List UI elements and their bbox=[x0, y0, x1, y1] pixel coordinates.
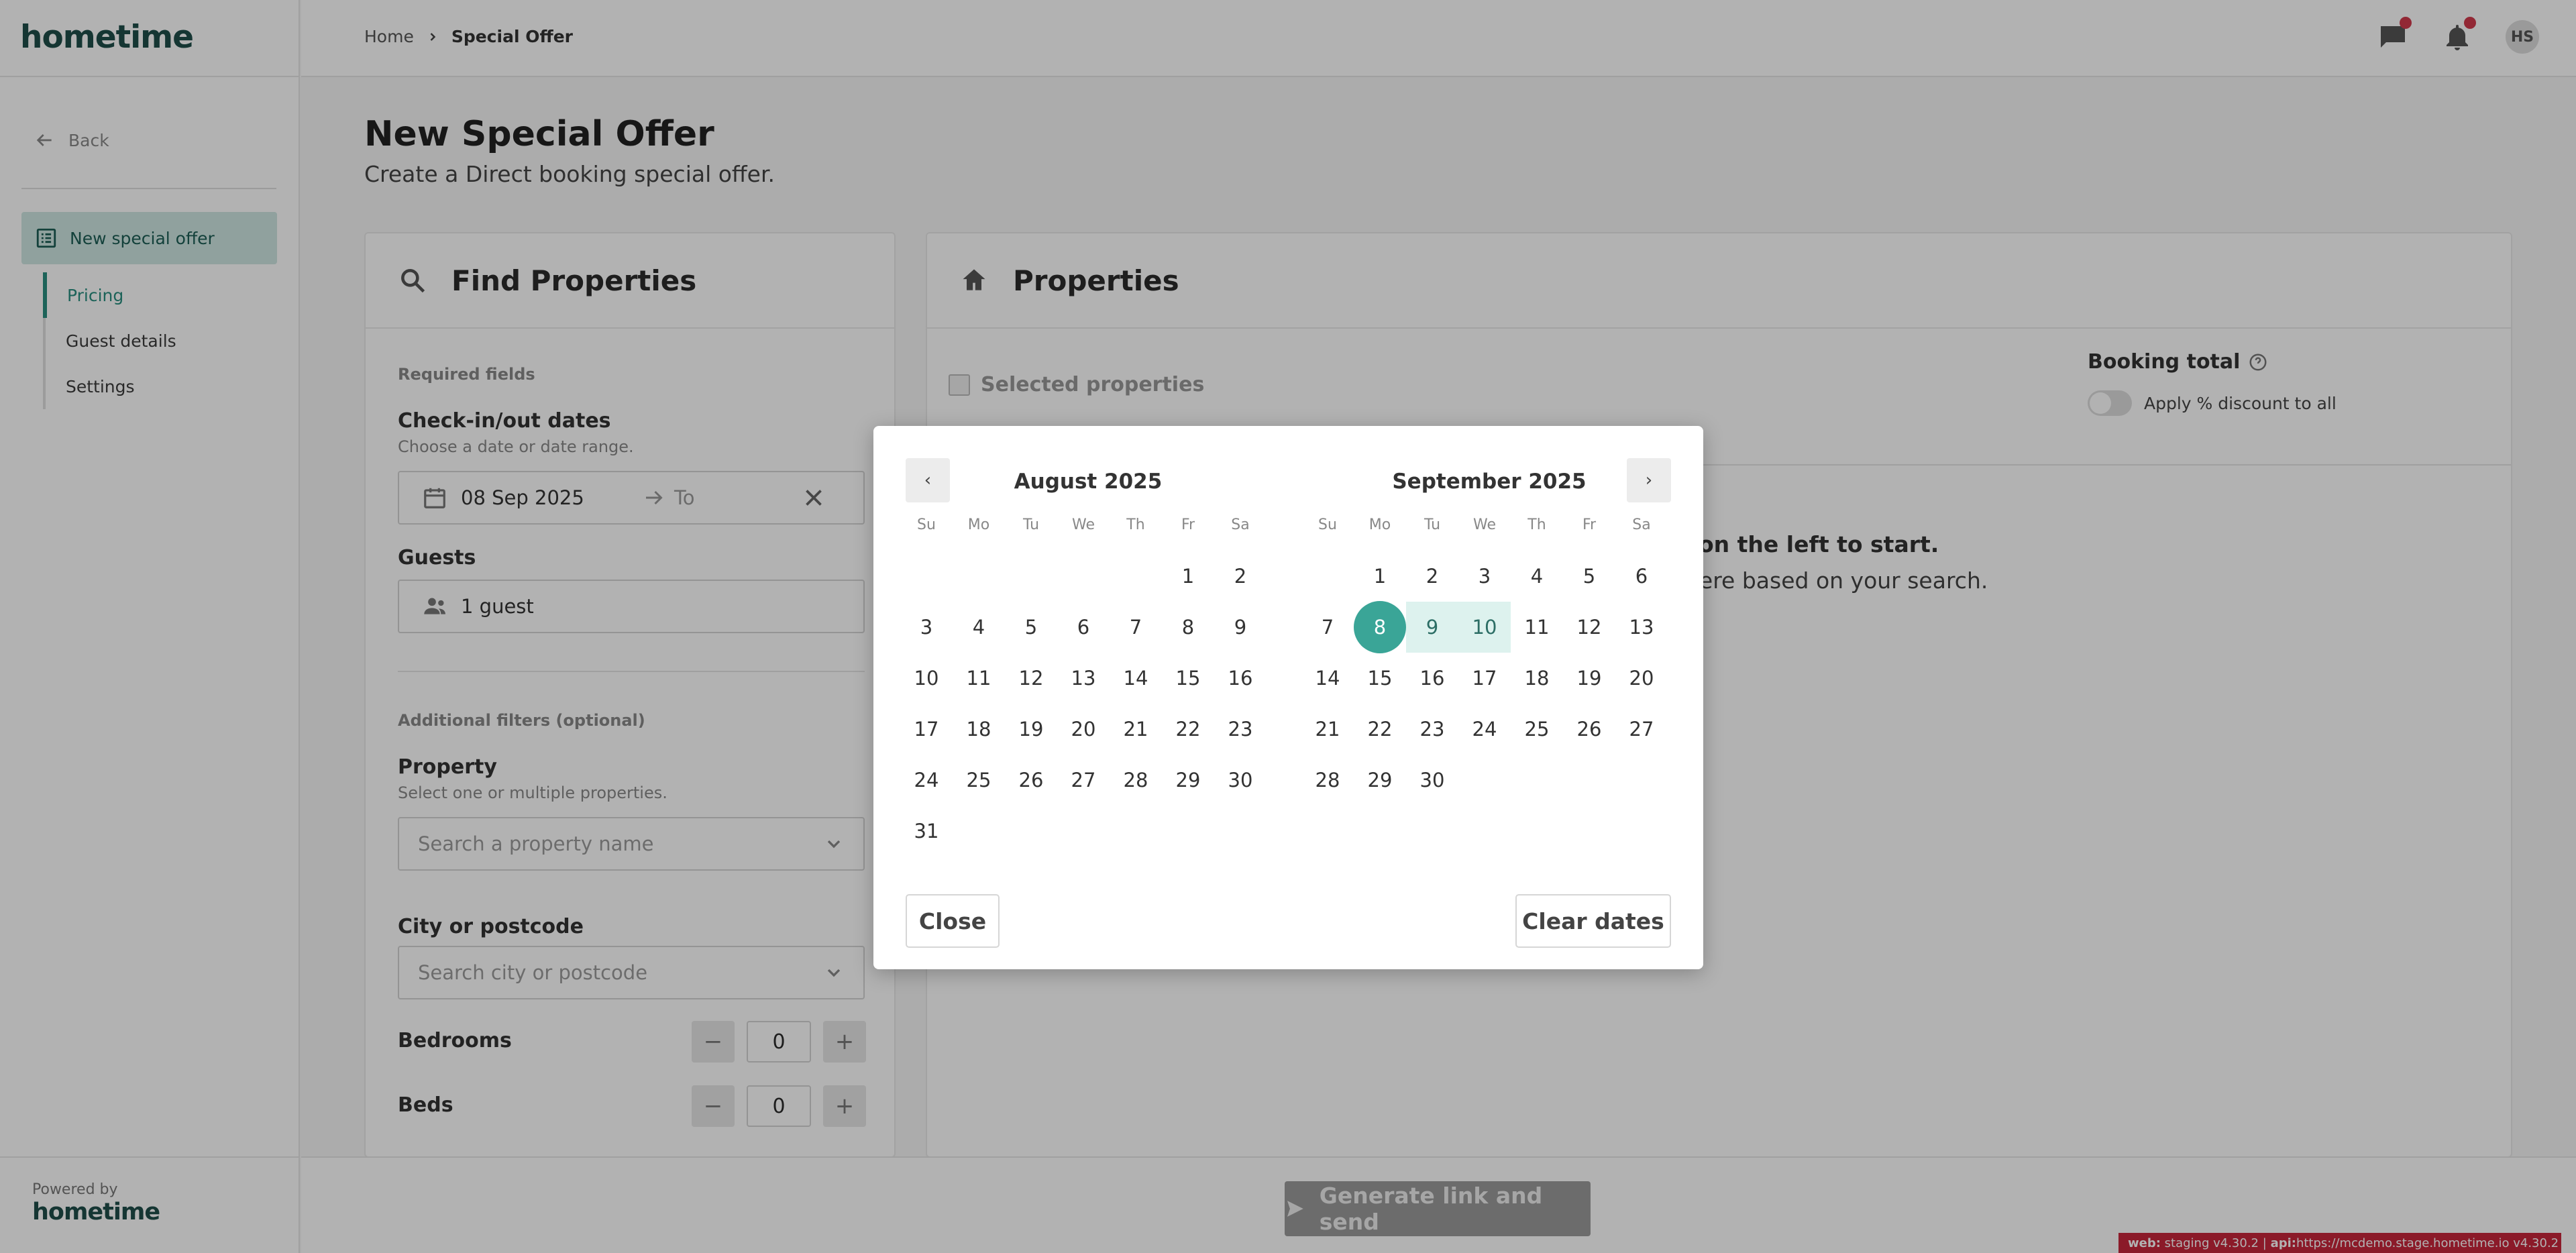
day-blank bbox=[1110, 551, 1162, 602]
day-cell[interactable]: 25 bbox=[953, 755, 1005, 806]
day-cell[interactable]: 14 bbox=[1110, 653, 1162, 704]
day-cell[interactable]: 6 bbox=[1057, 602, 1110, 653]
day-cell[interactable]: 12 bbox=[1005, 653, 1057, 704]
day-cell[interactable]: 27 bbox=[1057, 755, 1110, 806]
day-cell[interactable]: 9 bbox=[1214, 602, 1267, 653]
day-cell[interactable]: 4 bbox=[1511, 551, 1563, 602]
weekday-label: We bbox=[1473, 516, 1496, 533]
day-cell[interactable]: 3 bbox=[900, 602, 953, 653]
day-cell[interactable]: 19 bbox=[1005, 704, 1057, 755]
day-cell[interactable]: 23 bbox=[1406, 704, 1458, 755]
day-cell[interactable]: 26 bbox=[1563, 704, 1615, 755]
day-cell[interactable]: 15 bbox=[1162, 653, 1214, 704]
clear-dates-button[interactable]: Clear dates bbox=[1515, 894, 1671, 948]
day-cell[interactable]: 26 bbox=[1005, 755, 1057, 806]
day-cell[interactable]: 18 bbox=[953, 704, 1005, 755]
month-august: August 2025 Su Mo Tu We Th Fr Sa 1234567… bbox=[900, 458, 1276, 857]
day-cell[interactable]: 24 bbox=[1458, 704, 1511, 755]
day-blank bbox=[900, 551, 953, 602]
weekday-label: Mo bbox=[967, 516, 990, 533]
day-cell[interactable]: 5 bbox=[1005, 602, 1057, 653]
weekday-label: Su bbox=[917, 516, 936, 533]
day-cell[interactable]: 10 bbox=[1458, 602, 1511, 653]
day-cell[interactable]: 2 bbox=[1214, 551, 1267, 602]
day-cell[interactable]: 21 bbox=[1301, 704, 1354, 755]
day-cell[interactable]: 2 bbox=[1406, 551, 1458, 602]
day-cell[interactable]: 11 bbox=[1511, 602, 1563, 653]
day-cell[interactable]: 8 bbox=[1354, 601, 1406, 653]
day-cell[interactable]: 31 bbox=[900, 806, 953, 857]
month-september: September 2025 Su Mo Tu We Th Fr Sa 1234… bbox=[1301, 458, 1677, 806]
month-title: September 2025 bbox=[1392, 470, 1587, 494]
weekday-label: Fr bbox=[1181, 516, 1195, 533]
day-cell[interactable]: 22 bbox=[1162, 704, 1214, 755]
day-cell[interactable]: 15 bbox=[1354, 653, 1406, 704]
day-cell[interactable]: 14 bbox=[1301, 653, 1354, 704]
day-cell[interactable]: 12 bbox=[1563, 602, 1615, 653]
weekday-label: Fr bbox=[1582, 516, 1597, 533]
day-cell[interactable]: 1 bbox=[1162, 551, 1214, 602]
day-cell[interactable]: 23 bbox=[1214, 704, 1267, 755]
day-blank bbox=[1301, 551, 1354, 602]
day-cell[interactable]: 30 bbox=[1406, 755, 1458, 806]
day-cell[interactable]: 5 bbox=[1563, 551, 1615, 602]
day-cell[interactable]: 13 bbox=[1615, 602, 1668, 653]
month-title: August 2025 bbox=[1014, 470, 1163, 494]
day-cell[interactable]: 20 bbox=[1057, 704, 1110, 755]
day-blank bbox=[1005, 551, 1057, 602]
day-cell[interactable]: 9 bbox=[1406, 602, 1458, 653]
weekday-label: Mo bbox=[1368, 516, 1391, 533]
day-cell[interactable]: 19 bbox=[1563, 653, 1615, 704]
date-picker-modal: ‹ › August 2025 Su Mo Tu We Th Fr Sa 123… bbox=[873, 426, 1703, 969]
weekday-label: Sa bbox=[1231, 516, 1250, 533]
weekday-label: Tu bbox=[1022, 516, 1040, 533]
day-cell[interactable]: 27 bbox=[1615, 704, 1668, 755]
weekday-label: We bbox=[1072, 516, 1095, 533]
day-cell[interactable]: 4 bbox=[953, 602, 1005, 653]
day-cell[interactable]: 3 bbox=[1458, 551, 1511, 602]
day-cell[interactable]: 24 bbox=[900, 755, 953, 806]
day-cell[interactable]: 10 bbox=[900, 653, 953, 704]
day-cell[interactable]: 28 bbox=[1110, 755, 1162, 806]
weekday-label: Sa bbox=[1632, 516, 1651, 533]
day-blank bbox=[953, 551, 1005, 602]
day-cell[interactable]: 29 bbox=[1354, 755, 1406, 806]
day-cell[interactable]: 18 bbox=[1511, 653, 1563, 704]
day-cell[interactable]: 28 bbox=[1301, 755, 1354, 806]
day-cell[interactable]: 20 bbox=[1615, 653, 1668, 704]
weekday-row: Su Mo Tu We Th Fr Sa bbox=[900, 505, 1276, 544]
day-grid: 1 2 3 4 5 6 7 8 9 10 11 12 13 14 15 16 17 18 19 20 21 22 23 24 2… bbox=[900, 551, 1276, 857]
day-cell[interactable]: 7 bbox=[1301, 602, 1354, 653]
day-cell[interactable]: 17 bbox=[1458, 653, 1511, 704]
day-cell[interactable]: 21 bbox=[1110, 704, 1162, 755]
day-cell[interactable]: 22 bbox=[1354, 704, 1406, 755]
day-cell[interactable]: 1 bbox=[1354, 551, 1406, 602]
day-cell[interactable]: 6 bbox=[1615, 551, 1668, 602]
day-cell[interactable]: 30 bbox=[1214, 755, 1267, 806]
close-button[interactable]: Close bbox=[906, 894, 1000, 948]
day-cell[interactable]: 29 bbox=[1162, 755, 1214, 806]
day-grid: 1 2 3 4 5 6 7 8 9 10 11 12 13 14 15 16 17 18 19 20 21 22 23 24 2… bbox=[1301, 551, 1677, 806]
weekday-label: Tu bbox=[1424, 516, 1441, 533]
day-cell[interactable]: 8 bbox=[1162, 602, 1214, 653]
weekday-label: Su bbox=[1318, 516, 1337, 533]
weekday-row: Su Mo Tu We Th Fr Sa bbox=[1301, 505, 1677, 544]
day-cell[interactable]: 13 bbox=[1057, 653, 1110, 704]
day-blank bbox=[1057, 551, 1110, 602]
day-cell[interactable]: 25 bbox=[1511, 704, 1563, 755]
day-cell[interactable]: 16 bbox=[1406, 653, 1458, 704]
weekday-label: Th bbox=[1527, 516, 1546, 533]
weekday-label: Th bbox=[1126, 516, 1145, 533]
day-cell[interactable]: 11 bbox=[953, 653, 1005, 704]
day-cell[interactable]: 17 bbox=[900, 704, 953, 755]
day-cell[interactable]: 16 bbox=[1214, 653, 1267, 704]
day-cell[interactable]: 7 bbox=[1110, 602, 1162, 653]
